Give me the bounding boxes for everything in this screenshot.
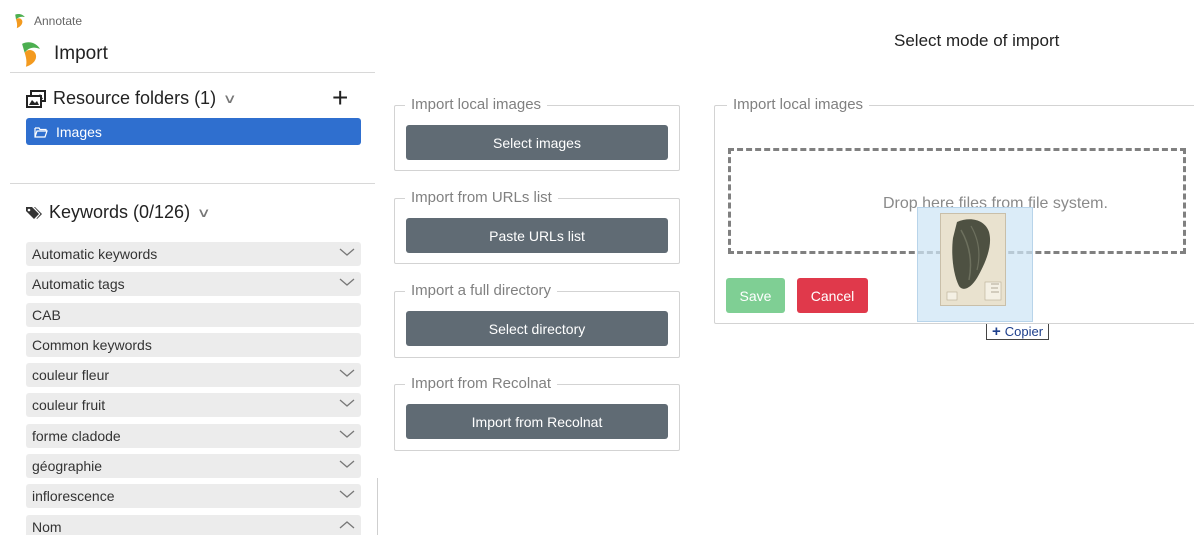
chevron-down-icon[interactable]	[339, 427, 355, 441]
keyword-item-label: Automatic tags	[32, 276, 125, 293]
keyword-item-label: couleur fleur	[32, 367, 110, 384]
drag-copy-label: Copier	[1004, 324, 1044, 339]
page-title: Import	[18, 40, 108, 68]
chevron-down-icon[interactable]	[339, 396, 355, 410]
resource-folders-header[interactable]: Resource folders (1) ∨	[25, 88, 237, 109]
keyword-item[interactable]: couleur fleur	[26, 363, 361, 388]
drag-preview	[917, 207, 1033, 322]
keyword-item[interactable]: inflorescence	[26, 484, 361, 509]
folder-item-label: Images	[56, 123, 102, 140]
folder-open-icon	[34, 126, 48, 138]
import-recolnat-panel: Import from Recolnat Import from Recolna…	[394, 375, 680, 451]
app-name: Annotate	[34, 14, 83, 28]
keyword-item-label: couleur fruit	[32, 397, 106, 414]
plus-icon: +	[992, 323, 1001, 340]
chevron-down-icon[interactable]	[339, 245, 355, 259]
chevron-down-icon[interactable]	[339, 366, 355, 380]
drag-copy-tooltip: + Copier	[986, 323, 1050, 340]
import-mode-title: Select mode of import	[894, 31, 1060, 50]
keyword-item[interactable]: couleur fruit	[26, 393, 361, 418]
keywords-list: Automatic keywords Automatic tags CAB Commo…	[26, 242, 361, 535]
keyword-item[interactable]: Automatic tags	[26, 272, 361, 297]
local-import-legend: Import local images	[727, 96, 870, 113]
folder-item-images[interactable]: Images	[26, 118, 361, 145]
import-directory-legend: Import a full directory	[405, 282, 558, 299]
keyword-item-label: CAB	[32, 306, 61, 323]
save-button[interactable]: Save	[726, 278, 785, 313]
keyword-item[interactable]: Automatic keywords	[26, 242, 361, 266]
chevron-down-icon[interactable]	[339, 457, 355, 471]
keyword-item[interactable]: Nom	[26, 514, 361, 535]
resource-folders-title: Resource folders (1)	[53, 88, 217, 108]
keyword-item[interactable]: forme cladode	[26, 423, 361, 448]
keyword-item-label: géographie	[32, 458, 103, 475]
annotate-logo-icon	[15, 13, 25, 29]
add-folder-button[interactable]: +	[332, 84, 348, 112]
image-folders-icon	[26, 89, 46, 108]
import-local-legend: Import local images	[405, 96, 548, 113]
select-directory-button[interactable]: Select directory	[406, 311, 668, 346]
import-recolnat-button[interactable]: Import from Recolnat	[406, 404, 668, 439]
import-directory-panel: Import a full directory Select directory	[394, 282, 680, 358]
import-urls-legend: Import from URLs list	[405, 189, 558, 206]
keyword-item-label: Automatic keywords	[32, 246, 158, 262]
paste-urls-button[interactable]: Paste URLs list	[406, 218, 668, 253]
keyword-item-label: inflorescence	[32, 488, 115, 505]
sidebar-divider	[10, 183, 375, 184]
dragged-file-thumbnail	[940, 213, 1006, 306]
page-title-text: Import	[54, 43, 108, 64]
header-divider	[10, 72, 375, 73]
keywords-title: Keywords (0/126)	[49, 202, 191, 222]
keyword-item[interactable]: Common keywords	[26, 332, 361, 357]
keyword-item[interactable]: CAB	[26, 302, 361, 327]
chevron-up-icon[interactable]	[339, 518, 355, 532]
chevron-down-icon: ∨	[196, 204, 211, 220]
import-urls-panel: Import from URLs list Paste URLs list	[394, 189, 680, 264]
keyword-item[interactable]: géographie	[26, 454, 361, 479]
keywords-header[interactable]: Keywords (0/126) ∨	[25, 202, 211, 223]
tags-icon	[26, 206, 42, 219]
chevron-down-icon[interactable]	[339, 487, 355, 501]
select-images-button[interactable]: Select images	[406, 125, 668, 160]
import-local-panel: Import local images Select images	[394, 96, 680, 171]
chevron-down-icon[interactable]	[339, 275, 355, 289]
annotate-logo-icon	[22, 42, 40, 67]
app-title-bar: Annotate	[12, 12, 82, 30]
chevron-down-icon: ∨	[222, 90, 237, 106]
keyword-item-label: Nom	[32, 518, 62, 535]
sidebar-scrollbar-track	[377, 478, 378, 535]
import-recolnat-legend: Import from Recolnat	[405, 375, 558, 392]
herbarium-specimen-image	[941, 214, 1005, 305]
keyword-item-label: Common keywords	[32, 336, 152, 353]
cancel-button[interactable]: Cancel	[797, 278, 868, 313]
keyword-item-label: forme cladode	[32, 427, 121, 444]
